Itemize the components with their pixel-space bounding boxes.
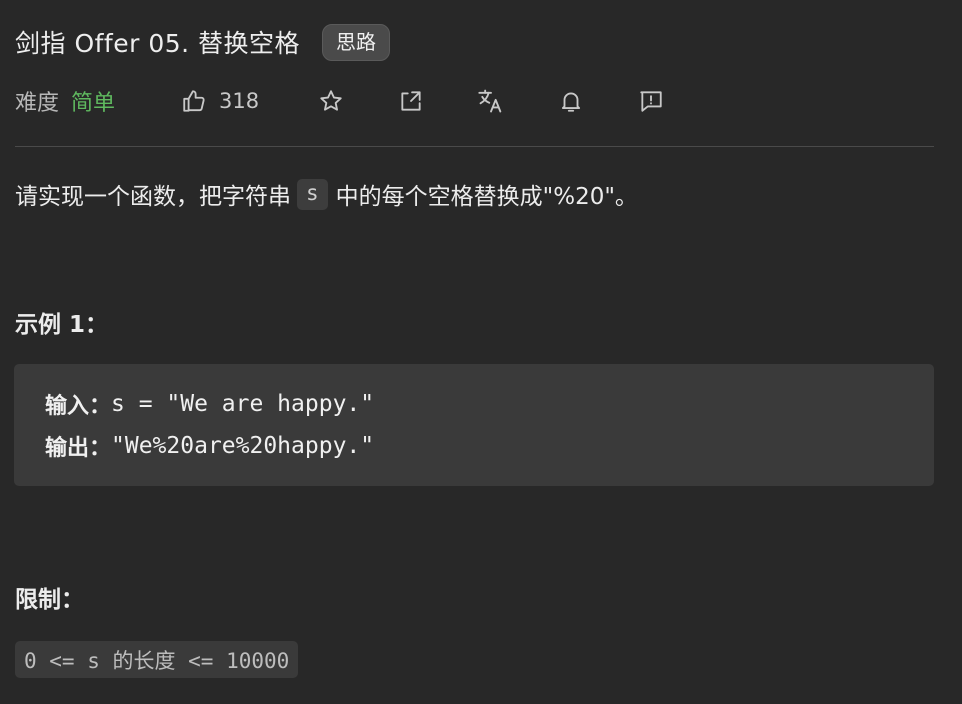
example-output-label: 输出： bbox=[45, 436, 112, 461]
example-output-line: 输出： "We%20are%20happy." bbox=[45, 430, 374, 462]
constraints-heading: 限制： bbox=[15, 587, 84, 613]
title-row: 剑指 Offer 05. 替换空格 思路 bbox=[15, 22, 391, 62]
example-input-line: 输入： s = "We are happy." bbox=[45, 388, 374, 420]
like-count: 318 bbox=[219, 89, 260, 113]
favorite-button[interactable] bbox=[316, 86, 346, 116]
share-button[interactable] bbox=[396, 86, 426, 116]
problem-description: 请实现一个函数，把字符串 s 中的每个空格替换成"%20"。 bbox=[15, 172, 638, 216]
like-button[interactable]: 318 bbox=[181, 88, 259, 114]
feedback-icon bbox=[638, 88, 664, 114]
star-icon bbox=[318, 88, 344, 114]
bell-icon bbox=[558, 88, 584, 114]
example-heading: 示例 1： bbox=[15, 312, 109, 338]
share-icon bbox=[398, 88, 424, 114]
inline-code-s: s bbox=[297, 178, 328, 210]
hint-button[interactable]: 思路 bbox=[322, 23, 391, 61]
difficulty-label: 难度 bbox=[15, 91, 60, 116]
difficulty-badge: 简单 bbox=[71, 91, 116, 116]
thumbs-up-icon bbox=[181, 88, 207, 114]
description-text-before: 请实现一个函数，把字符串 bbox=[15, 184, 291, 210]
translate-icon bbox=[477, 87, 505, 115]
feedback-button[interactable] bbox=[636, 86, 666, 116]
description-text-after: 中的每个空格替换成"%20"。 bbox=[335, 184, 638, 210]
constraint-code: 0 <= s 的长度 <= 10000 bbox=[15, 641, 299, 678]
example-output-value: "We%20are%20happy." bbox=[111, 433, 375, 459]
divider bbox=[15, 146, 934, 147]
example-input-value: s = "We are happy." bbox=[111, 391, 375, 417]
example-input-label: 输入： bbox=[45, 394, 112, 419]
example-block: 输入： s = "We are happy." 输出： "We%20are%20ha… bbox=[14, 364, 934, 486]
problem-title: 剑指 Offer 05. 替换空格 bbox=[15, 29, 301, 58]
subscribe-button[interactable] bbox=[556, 86, 586, 116]
meta-toolbar: 难度 简单 318 bbox=[15, 84, 715, 118]
translate-button[interactable] bbox=[476, 86, 506, 116]
